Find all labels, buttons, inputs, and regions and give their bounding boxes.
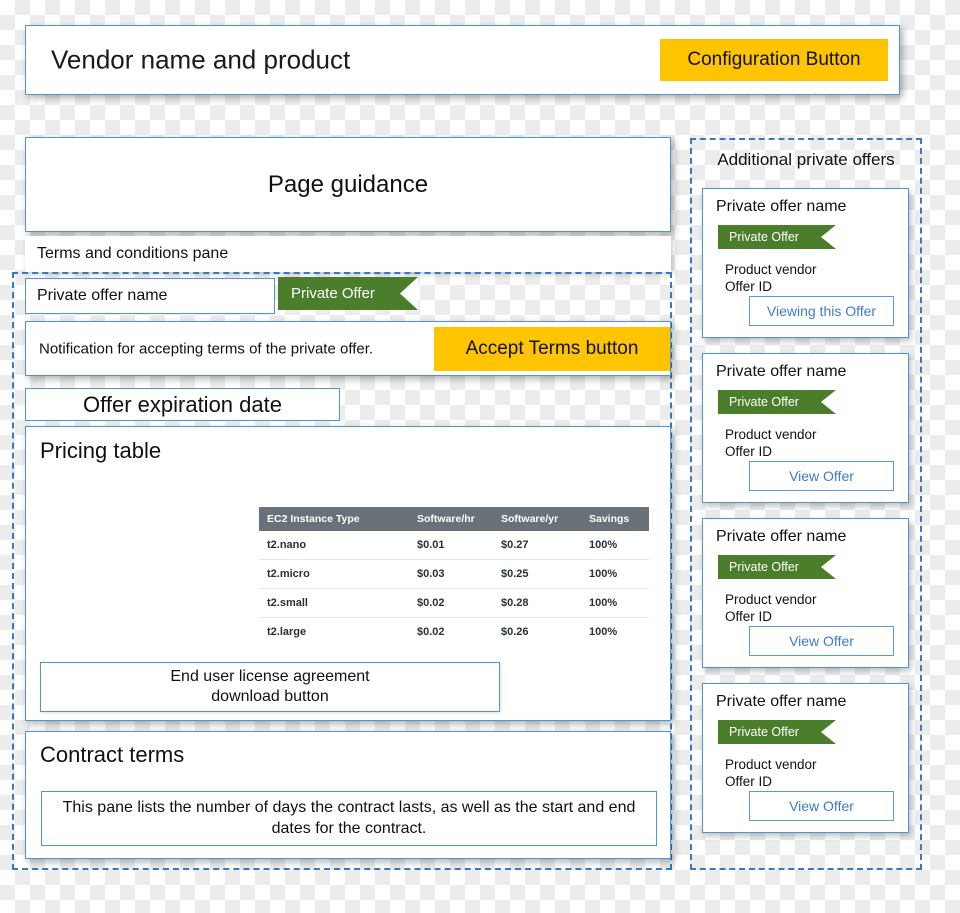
contract-terms-title: Contract terms [40,742,185,767]
offer-card[interactable]: Private offer name Private Offer Product… [702,518,909,668]
column-header-savings: Savings [581,507,649,531]
badge-notch-icon [821,390,836,414]
page-guidance-text: Page guidance [267,170,429,198]
cell-software-hr: $0.02 [409,588,493,618]
offer-card-name: Private offer name [716,693,847,710]
eula-download-line1: End user license agreement [170,668,370,685]
cell-instance-type: t2.nano [259,531,409,560]
cell-software-yr: $0.26 [501,626,529,638]
cell-savings: 100% [589,626,618,638]
table-row: t2.large $0.02 $0.26 100% [259,618,649,647]
terms-and-conditions-label: Terms and conditions pane [37,245,229,262]
badge-notch-icon [821,225,836,249]
contract-terms-note: This pane lists the number of days the c… [41,791,657,846]
cell-software-yr: $0.27 [493,531,581,560]
cell-savings: 100% [581,559,649,589]
pricing-table: EC2 Instance Type Software/hr Software/y… [259,507,649,646]
badge-notch-icon [821,720,836,744]
badge-notch-icon [821,555,836,579]
private-offer-badge-label: Private Offer [291,285,375,302]
offer-card[interactable]: Private offer name Private Offer Product… [702,353,909,503]
page-guidance-pane: Page guidance [25,137,671,232]
accept-terms-notification-text: Notification for accepting terms of the … [39,340,374,357]
offer-card-offer-id: Offer ID [725,279,773,294]
column-header-software-hr: Software/hr [409,507,493,531]
cell-instance-type: t2.micro [259,559,409,589]
offer-card-vendor: Product vendor [725,757,817,772]
offer-card-offer-id: Offer ID [725,774,773,789]
private-offer-badge: Private Offer [278,277,418,310]
view-offer-button[interactable]: View Offer [749,791,894,821]
column-header-software-yr: Software/yr [493,507,581,531]
page-title: Vendor name and product [51,44,351,75]
offer-expiration-date-pane: Offer expiration date [25,388,340,421]
contract-terms-note-text: This pane lists the number of days the c… [62,798,636,837]
configuration-button[interactable]: Configuration Button [660,39,888,81]
table-row: t2.micro $0.03 $0.25 100% [259,559,649,589]
offer-card-name: Private offer name [716,363,847,380]
offer-card[interactable]: Private offer name Private Offer Product… [702,683,909,833]
accept-terms-notification: Notification for accepting terms of the … [25,321,671,376]
cell-savings: 100% [581,588,649,618]
table-row: t2.small $0.02 $0.28 100% [259,588,649,618]
offer-card-badge: Private Offer [718,555,836,579]
badge-notch-icon [400,277,418,310]
private-offer-name-text: Private offer name [37,287,168,304]
offer-card-badge: Private Offer [718,720,836,744]
offer-card-name: Private offer name [716,528,847,545]
page-header: Vendor name and product Configuration Bu… [25,25,900,95]
viewing-this-offer-button[interactable]: Viewing this Offer [749,296,894,326]
cell-software-hr: $0.03 [409,559,493,589]
column-header-instance-type: EC2 Instance Type [259,507,409,531]
cell-instance-type: t2.small [259,588,409,618]
offer-card-offer-id: Offer ID [725,609,773,624]
eula-download-line2: download button [211,688,329,705]
additional-offers-title: Additional private offers [717,150,895,169]
offer-card-badge-label: Private Offer [729,725,799,739]
offer-card-badge-label: Private Offer [729,230,799,244]
offer-card-badge: Private Offer [718,225,836,249]
table-header-row: EC2 Instance Type Software/hr Software/y… [259,507,649,531]
accept-terms-button[interactable]: Accept Terms button [434,326,670,371]
private-offer-name-field: Private offer name [25,278,275,314]
offer-card-badge-label: Private Offer [729,395,799,409]
terms-and-conditions-pane: Terms and conditions pane [25,236,671,272]
offer-card-offer-id: Offer ID [725,444,773,459]
offer-card-vendor: Product vendor [725,427,817,442]
cell-software-hr: $0.02 [417,626,445,638]
view-offer-button[interactable]: View Offer [749,626,894,656]
pricing-table-title: Pricing table [40,438,162,463]
offer-card-vendor: Product vendor [725,592,817,607]
cell-software-yr: $0.28 [493,588,581,618]
offer-card-badge-label: Private Offer [729,560,799,574]
offer-card[interactable]: Private offer name Private Offer Product… [702,188,909,338]
table-row: t2.nano $0.01 $0.27 100% [259,531,649,560]
offer-card-name: Private offer name [716,198,847,215]
cell-software-hr: $0.01 [409,531,493,560]
cell-software-yr: $0.25 [493,559,581,589]
view-offer-button[interactable]: View Offer [749,461,894,491]
cell-savings: 100% [581,531,649,560]
cell-instance-type: t2.large [267,626,307,638]
offer-expiration-date-text: Offer expiration date [83,391,282,417]
contract-terms-pane: Contract terms This pane lists the numbe… [25,731,671,859]
offer-card-badge: Private Offer [718,390,836,414]
eula-download-button[interactable]: End user license agreement download butt… [40,662,500,712]
offer-card-vendor: Product vendor [725,262,817,277]
